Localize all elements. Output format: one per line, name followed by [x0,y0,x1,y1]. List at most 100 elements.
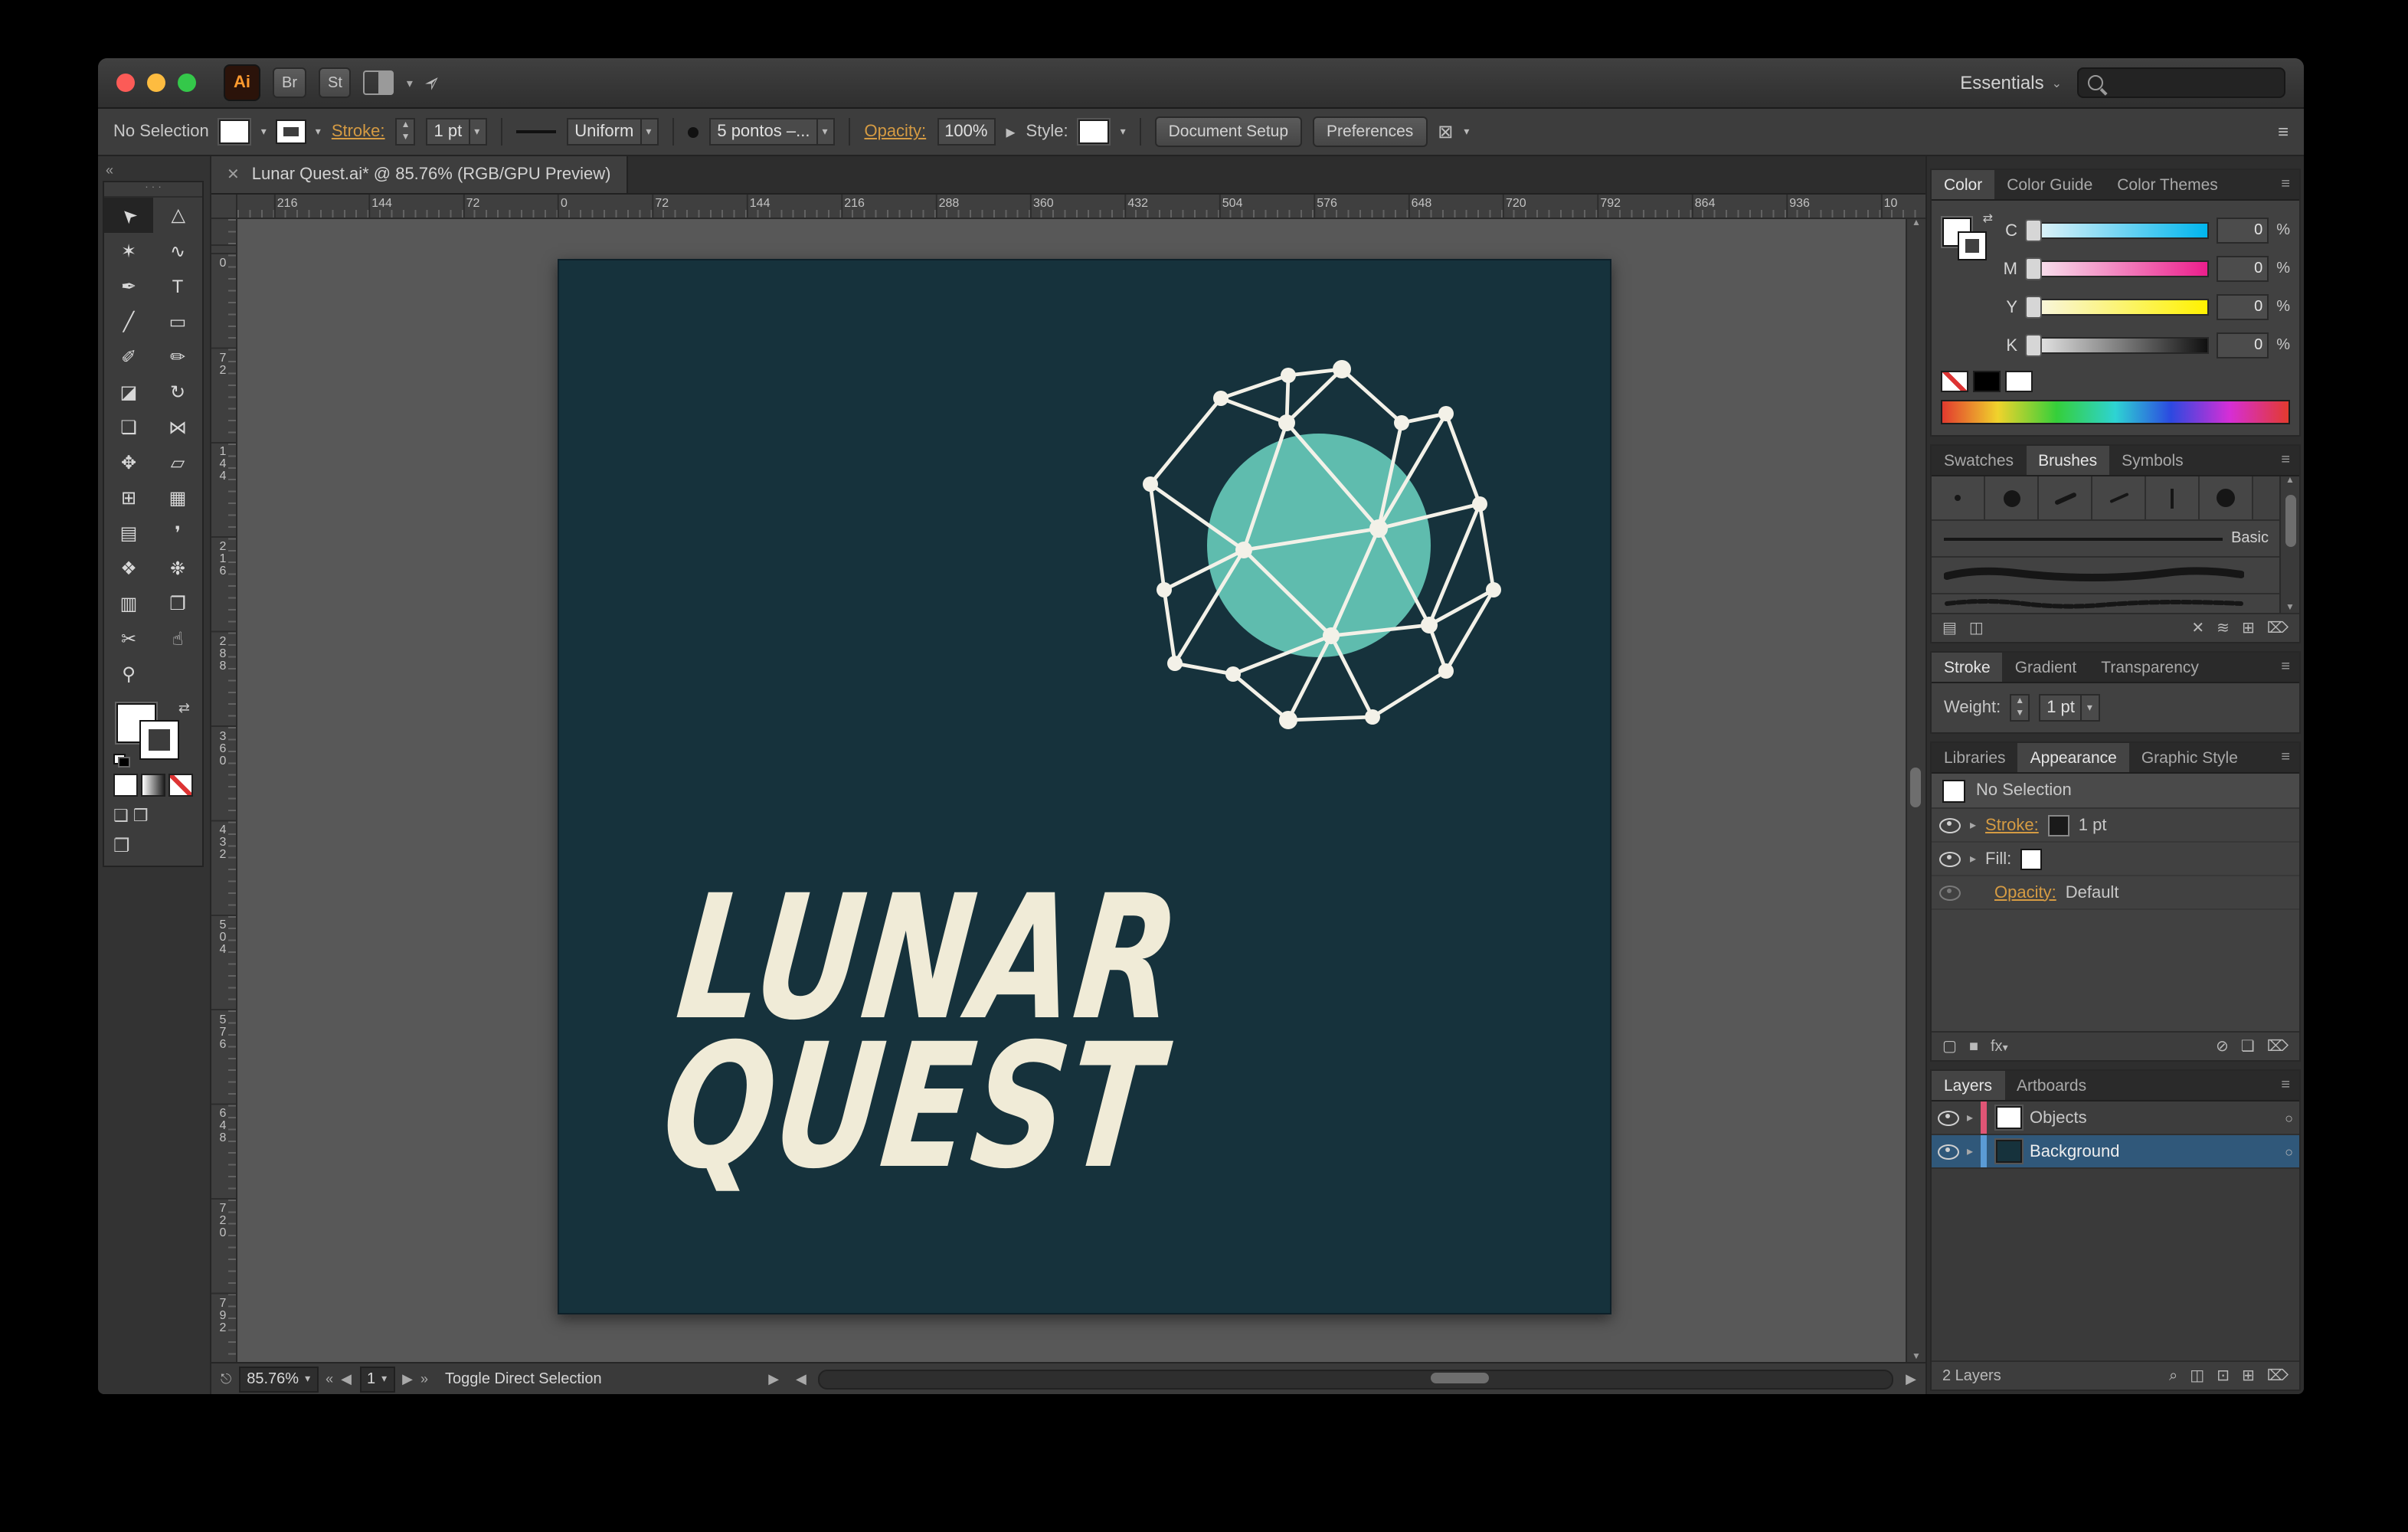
canvas[interactable]: LUNAR QUEST [237,219,1906,1362]
libraries-panel-icon[interactable]: ◫ [1969,620,1984,637]
collapse-tools-icon[interactable]: « [106,162,113,178]
pencil-tool[interactable]: ✏ [153,339,202,374]
last-artboard-icon[interactable]: » [420,1371,428,1386]
brush-10pt-round[interactable] [1985,476,2039,519]
selection-tool[interactable]: ➤ [104,198,153,233]
slider-value-y[interactable]: 0 [2217,294,2269,320]
appearance-fill-swatch[interactable] [2020,848,2042,869]
layers-tab-layers[interactable]: Layers [1932,1071,2004,1100]
document-tab[interactable]: ✕ Lunar Quest.ai* @ 85.76% (RGB/GPU Prev… [211,156,627,193]
appearance-tab-graphic-style[interactable]: Graphic Style [2129,743,2250,772]
vertical-scroll-thumb[interactable] [1910,768,1921,807]
arrange-documents-chevron-icon[interactable]: ▾ [407,76,413,90]
weight-step-up-icon[interactable]: ▲ [2011,696,2028,708]
magic-wand-tool[interactable]: ✶ [104,233,153,268]
horizontal-scroll-thumb[interactable] [1431,1372,1489,1383]
document-setup-button[interactable]: Document Setup [1155,116,1302,147]
color-spectrum-bar[interactable] [1941,400,2290,424]
weight-step-down-icon[interactable]: ▼ [2011,708,2028,720]
stepper-down-icon[interactable]: ▼ [398,132,414,144]
brushes-tab-brushes[interactable]: Brushes [2026,446,2109,475]
locate-object-icon[interactable]: ⌕ [2169,1367,2177,1384]
rough-brush-item[interactable] [1932,594,2281,613]
column-graph-tool[interactable]: ▥ [104,585,153,620]
delete-layer-icon[interactable]: ⌦ [2267,1367,2289,1384]
paintbrush-tool[interactable]: ✐ [104,339,153,374]
vertical-scrollbar[interactable]: ▲ ▼ [1906,219,1925,1362]
brushes-tab-swatches[interactable]: Swatches [1932,446,2026,475]
layer-name-label[interactable]: Background [2030,1142,2119,1160]
publish-icon[interactable]: ⎋ [221,1370,231,1387]
slider-track-m[interactable] [2025,260,2209,277]
white-swatch[interactable] [2005,371,2033,392]
layer-thumbnail[interactable] [1996,1140,2022,1163]
artboard-title-text[interactable]: LUNAR QUEST [656,885,1186,1183]
slider-track-k[interactable] [2025,337,2209,354]
clear-appearance-icon[interactable]: ⊘ [2216,1038,2229,1055]
lasso-tool[interactable]: ∿ [153,233,202,268]
add-new-stroke-icon[interactable]: ▢ [1942,1038,1957,1055]
new-layer-icon[interactable]: ⊞ [2242,1367,2255,1384]
layer-name-label[interactable]: Objects [2030,1108,2087,1127]
brush-3pt-round[interactable] [1932,476,1985,519]
slider-knob-y[interactable] [2025,296,2042,319]
line-segment-tool[interactable]: ╱ [104,303,153,339]
brush-12pt-round[interactable] [2200,476,2253,519]
layers-tab-artboards[interactable]: Artboards [2004,1071,2099,1100]
color-panel-menu-icon[interactable]: ≡ [2272,170,2299,199]
scroll-right-icon[interactable]: ▶ [1906,1370,1916,1387]
appearance-fill-row[interactable]: ▸ Fill: [1932,843,2299,876]
stroke-weight-select[interactable]: 1 pt ▾ [427,118,488,146]
layer-row-objects[interactable]: ▸ Objects ○ [1932,1102,2299,1135]
mini-swap-icon[interactable]: ⇄ [1983,211,1993,225]
duplicate-item-icon[interactable]: ❏ [2241,1038,2255,1055]
visibility-eye-icon[interactable] [1938,1110,1959,1125]
slider-knob-c[interactable] [2025,219,2042,242]
basic-brush-item[interactable]: Basic [1932,521,2281,558]
blend-tool[interactable]: ❖ [104,550,153,585]
stroke-color-chip[interactable] [277,121,305,142]
expand-icon[interactable]: ▸ [1970,852,1976,866]
expand-layer-icon[interactable]: ▸ [1967,1111,1973,1124]
minimize-window-button[interactable] [147,74,165,92]
scroll-left-icon[interactable]: ◀ [796,1370,806,1387]
brushes-panel-menu-icon[interactable]: ≡ [2272,446,2299,475]
slider-knob-k[interactable] [2025,334,2042,357]
stroke-chip-chevron-icon[interactable]: ▾ [316,126,321,138]
none-swatch[interactable] [1941,371,1968,392]
layer-row-background[interactable]: ▸Background○ [1932,1135,2299,1169]
stepper-up-icon[interactable]: ▲ [398,119,414,132]
eyedropper-tool[interactable]: ❜ [153,515,202,550]
horizontal-ruler[interactable]: 2161447207214421628836043250457664872079… [237,195,1925,219]
brush-tapered-stroke-1[interactable] [2039,476,2092,519]
layer-target-icon[interactable]: ○ [2285,1144,2293,1159]
layer-target-icon[interactable]: ○ [2285,1110,2293,1125]
search-input[interactable] [2111,73,2275,93]
variable-width-select[interactable]: Uniform ▾ [567,118,659,146]
slider-track-c[interactable] [2025,222,2209,239]
color-tab-color[interactable]: Color [1932,170,1994,199]
delete-brush-icon[interactable]: ⌦ [2267,620,2289,637]
zoom-level-select[interactable]: 85.76% ▾ [239,1366,318,1392]
brush-libraries-icon[interactable]: ▤ [1942,620,1957,637]
appearance-stroke-link[interactable]: Stroke: [1985,816,2039,834]
brush-definition-select[interactable]: 5 pontos –... ▾ [709,118,835,146]
slider-value-k[interactable]: 0 [2217,332,2269,358]
symbol-sprayer-tool[interactable]: ❉ [153,550,202,585]
bridge-button[interactable]: Br [273,67,306,98]
brushes-scroll-thumb[interactable] [2285,495,2296,547]
scroll-down-icon[interactable]: ▼ [1912,1353,1921,1362]
slider-knob-m[interactable] [2025,257,2042,280]
status-tool-hint[interactable]: Toggle Direct Selection ▶ [436,1367,788,1390]
horizontal-scrollbar[interactable] [819,1369,1893,1389]
new-sublayer-icon[interactable]: ⊡ [2217,1367,2230,1384]
draw-behind-icon[interactable]: ❒ [133,806,149,826]
layers-panel-menu-icon[interactable]: ≡ [2272,1071,2299,1100]
shape-builder-tool[interactable]: ▱ [153,444,202,480]
stroke-color-well[interactable] [141,722,178,758]
appearance-stroke-row[interactable]: ▸ Stroke: 1 pt [1932,809,2299,843]
touch-workspace-icon[interactable]: ⊠ [1438,121,1453,142]
workspace-switcher[interactable]: Essentials ⌄ [1960,72,2062,93]
logo-sphere[interactable] [1138,355,1506,741]
visibility-eye-icon[interactable] [1939,885,1961,900]
